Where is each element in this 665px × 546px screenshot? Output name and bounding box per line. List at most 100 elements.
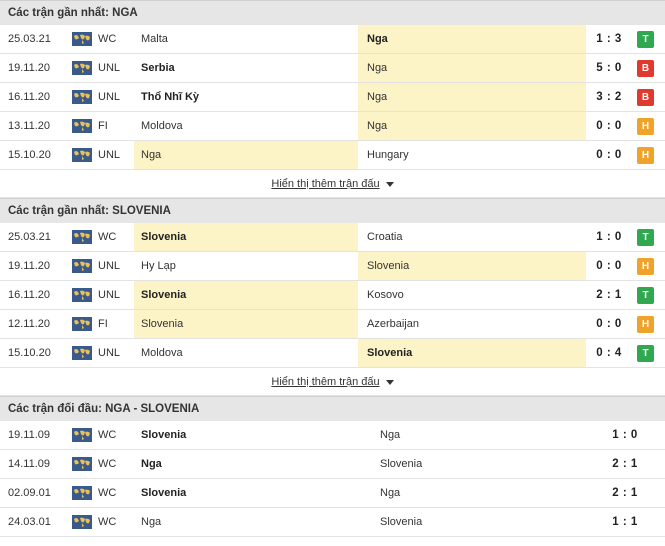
home-team[interactable]: Moldova <box>134 339 358 367</box>
match-date: 24.03.01 <box>8 516 51 528</box>
away-team[interactable]: Hungary <box>358 141 586 169</box>
result-badge: B <box>637 60 654 77</box>
world-map-icon <box>72 119 92 133</box>
match-score: 0 : 0 <box>596 149 622 161</box>
away-team[interactable]: Nga <box>358 54 586 82</box>
world-map-icon <box>72 288 92 302</box>
home-team[interactable]: Malta <box>134 25 358 53</box>
match-row[interactable]: 13.11.20 FI Moldova Nga 0 : 0 H <box>0 112 665 141</box>
match-score: 0 : 0 <box>596 260 622 272</box>
competition-label: WC <box>98 458 117 470</box>
match-score: 0 : 4 <box>596 347 622 359</box>
show-more-link[interactable]: Hiển thị thêm trận đấu <box>271 376 379 388</box>
world-map-icon <box>72 259 92 273</box>
competition-label: WC <box>98 429 117 441</box>
competition-label: WC <box>98 231 117 243</box>
competition-label: UNL <box>98 347 121 359</box>
result-badge: H <box>637 258 654 275</box>
away-team[interactable]: Nga <box>358 83 586 111</box>
world-map-icon <box>72 317 92 331</box>
show-more-row: Hiển thị thêm trận đấu <box>0 368 665 396</box>
show-more-row: Hiển thị thêm trận đấu <box>0 170 665 198</box>
match-date: 15.10.20 <box>8 347 51 359</box>
away-team[interactable]: Croatia <box>358 223 586 251</box>
match-score: 2 : 1 <box>612 487 638 499</box>
home-team[interactable]: Serbia <box>134 54 358 82</box>
match-score: 2 : 1 <box>612 458 638 470</box>
match-history-widget: Các trận gần nhất: NGA 25.03.21 WC Malta Nga… <box>0 0 665 537</box>
world-map-icon <box>72 230 92 244</box>
match-score: 1 : 0 <box>612 429 638 441</box>
h2h-match-row[interactable]: 19.11.09 WC Slovenia Nga 1 : 0 <box>0 421 665 450</box>
match-row[interactable]: 25.03.21 WC Slovenia Croatia 1 : 0 T <box>0 223 665 252</box>
caret-down-icon[interactable] <box>385 181 394 187</box>
show-more-link[interactable]: Hiển thị thêm trận đấu <box>271 178 379 190</box>
home-team[interactable]: Slovenia <box>134 479 374 507</box>
match-row[interactable]: 25.03.21 WC Malta Nga 1 : 3 T <box>0 25 665 54</box>
competition-label: FI <box>98 318 108 330</box>
away-team[interactable]: Slovenia <box>358 252 586 280</box>
competition-label: UNL <box>98 260 121 272</box>
match-row[interactable]: 12.11.20 FI Slovenia Azerbaijan 0 : 0 H <box>0 310 665 339</box>
home-team[interactable]: Nga <box>134 450 374 478</box>
result-badge: T <box>637 287 654 304</box>
home-team[interactable]: Slovenia <box>134 223 358 251</box>
match-score: 2 : 1 <box>596 289 622 301</box>
home-team[interactable]: Slovenia <box>134 281 358 309</box>
away-team[interactable]: Nga <box>374 421 594 449</box>
match-score: 5 : 0 <box>596 62 622 74</box>
match-row[interactable]: 19.11.20 UNL Serbia Nga 5 : 0 B <box>0 54 665 83</box>
match-score: 1 : 3 <box>596 33 622 45</box>
away-team[interactable]: Slovenia <box>374 450 594 478</box>
world-map-icon <box>72 148 92 162</box>
match-date: 19.11.20 <box>8 62 51 74</box>
match-row[interactable]: 19.11.20 UNL Hy Lạp Slovenia 0 : 0 H <box>0 252 665 281</box>
match-date: 13.11.20 <box>8 120 51 132</box>
match-row[interactable]: 16.11.20 UNL Thổ Nhĩ Kỳ Nga 3 : 2 B <box>0 83 665 112</box>
world-map-icon <box>72 428 92 442</box>
h2h-match-row[interactable]: 24.03.01 WC Nga Slovenia 1 : 1 <box>0 508 665 537</box>
world-map-icon <box>72 90 92 104</box>
caret-down-icon[interactable] <box>385 379 394 385</box>
home-team[interactable]: Nga <box>134 141 358 169</box>
result-badge: T <box>637 345 654 362</box>
section-title: Các trận gần nhất: NGA <box>0 0 665 25</box>
competition-label: UNL <box>98 91 121 103</box>
away-team[interactable]: Slovenia <box>358 339 586 367</box>
home-team[interactable]: Moldova <box>134 112 358 140</box>
competition-label: WC <box>98 516 117 528</box>
home-team[interactable]: Thổ Nhĩ Kỳ <box>134 83 358 111</box>
world-map-icon <box>72 61 92 75</box>
away-team[interactable]: Kosovo <box>358 281 586 309</box>
match-date: 25.03.21 <box>8 33 51 45</box>
match-date: 19.11.09 <box>8 429 51 441</box>
world-map-icon <box>72 486 92 500</box>
away-team[interactable]: Nga <box>374 479 594 507</box>
world-map-icon <box>72 346 92 360</box>
competition-label: UNL <box>98 289 121 301</box>
away-team[interactable]: Slovenia <box>374 508 594 536</box>
result-badge: B <box>637 89 654 106</box>
match-score: 1 : 0 <box>596 231 622 243</box>
h2h-match-row[interactable]: 02.09.01 WC Slovenia Nga 2 : 1 <box>0 479 665 508</box>
home-team[interactable]: Hy Lạp <box>134 252 358 280</box>
competition-label: UNL <box>98 149 121 161</box>
match-row[interactable]: 15.10.20 UNL Nga Hungary 0 : 0 H <box>0 141 665 170</box>
away-team[interactable]: Nga <box>358 112 586 140</box>
home-team[interactable]: Nga <box>134 508 374 536</box>
result-badge: H <box>637 147 654 164</box>
world-map-icon <box>72 515 92 529</box>
competition-label: FI <box>98 120 108 132</box>
away-team[interactable]: Azerbaijan <box>358 310 586 338</box>
away-team[interactable]: Nga <box>358 25 586 53</box>
home-team[interactable]: Slovenia <box>134 421 374 449</box>
h2h-match-row[interactable]: 14.11.09 WC Nga Slovenia 2 : 1 <box>0 450 665 479</box>
match-row[interactable]: 16.11.20 UNL Slovenia Kosovo 2 : 1 T <box>0 281 665 310</box>
section-title: Các trận gần nhất: SLOVENIA <box>0 198 665 223</box>
home-team[interactable]: Slovenia <box>134 310 358 338</box>
competition-label: UNL <box>98 62 121 74</box>
world-map-icon <box>72 457 92 471</box>
match-row[interactable]: 15.10.20 UNL Moldova Slovenia 0 : 4 T <box>0 339 665 368</box>
match-date: 16.11.20 <box>8 289 51 301</box>
result-badge: T <box>637 31 654 48</box>
